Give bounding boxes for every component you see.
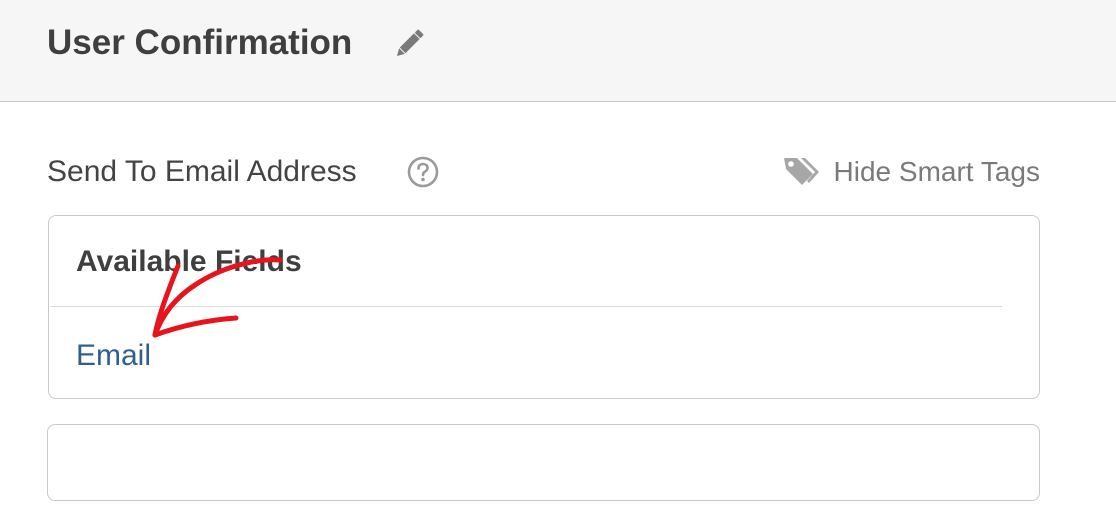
available-fields-panel: Available Fields Email xyxy=(48,215,1040,399)
pencil-icon[interactable] xyxy=(391,26,427,62)
send-to-email-label: Send To Email Address xyxy=(47,155,357,188)
page-title: User Confirmation xyxy=(47,23,353,62)
page: User Confirmation Send To Email Address … xyxy=(0,0,1116,517)
hide-smart-tags-label: Hide Smart Tags xyxy=(833,156,1040,187)
field-option-email[interactable]: Email xyxy=(76,336,151,376)
divider xyxy=(50,306,1002,307)
tag-icon xyxy=(783,158,819,185)
available-fields-heading: Available Fields xyxy=(76,245,302,278)
email-address-input[interactable] xyxy=(47,424,1040,501)
hide-smart-tags-link[interactable]: Hide Smart Tags xyxy=(782,150,1040,194)
header-bar: User Confirmation xyxy=(0,0,1116,102)
question-circle-icon[interactable] xyxy=(407,156,439,188)
